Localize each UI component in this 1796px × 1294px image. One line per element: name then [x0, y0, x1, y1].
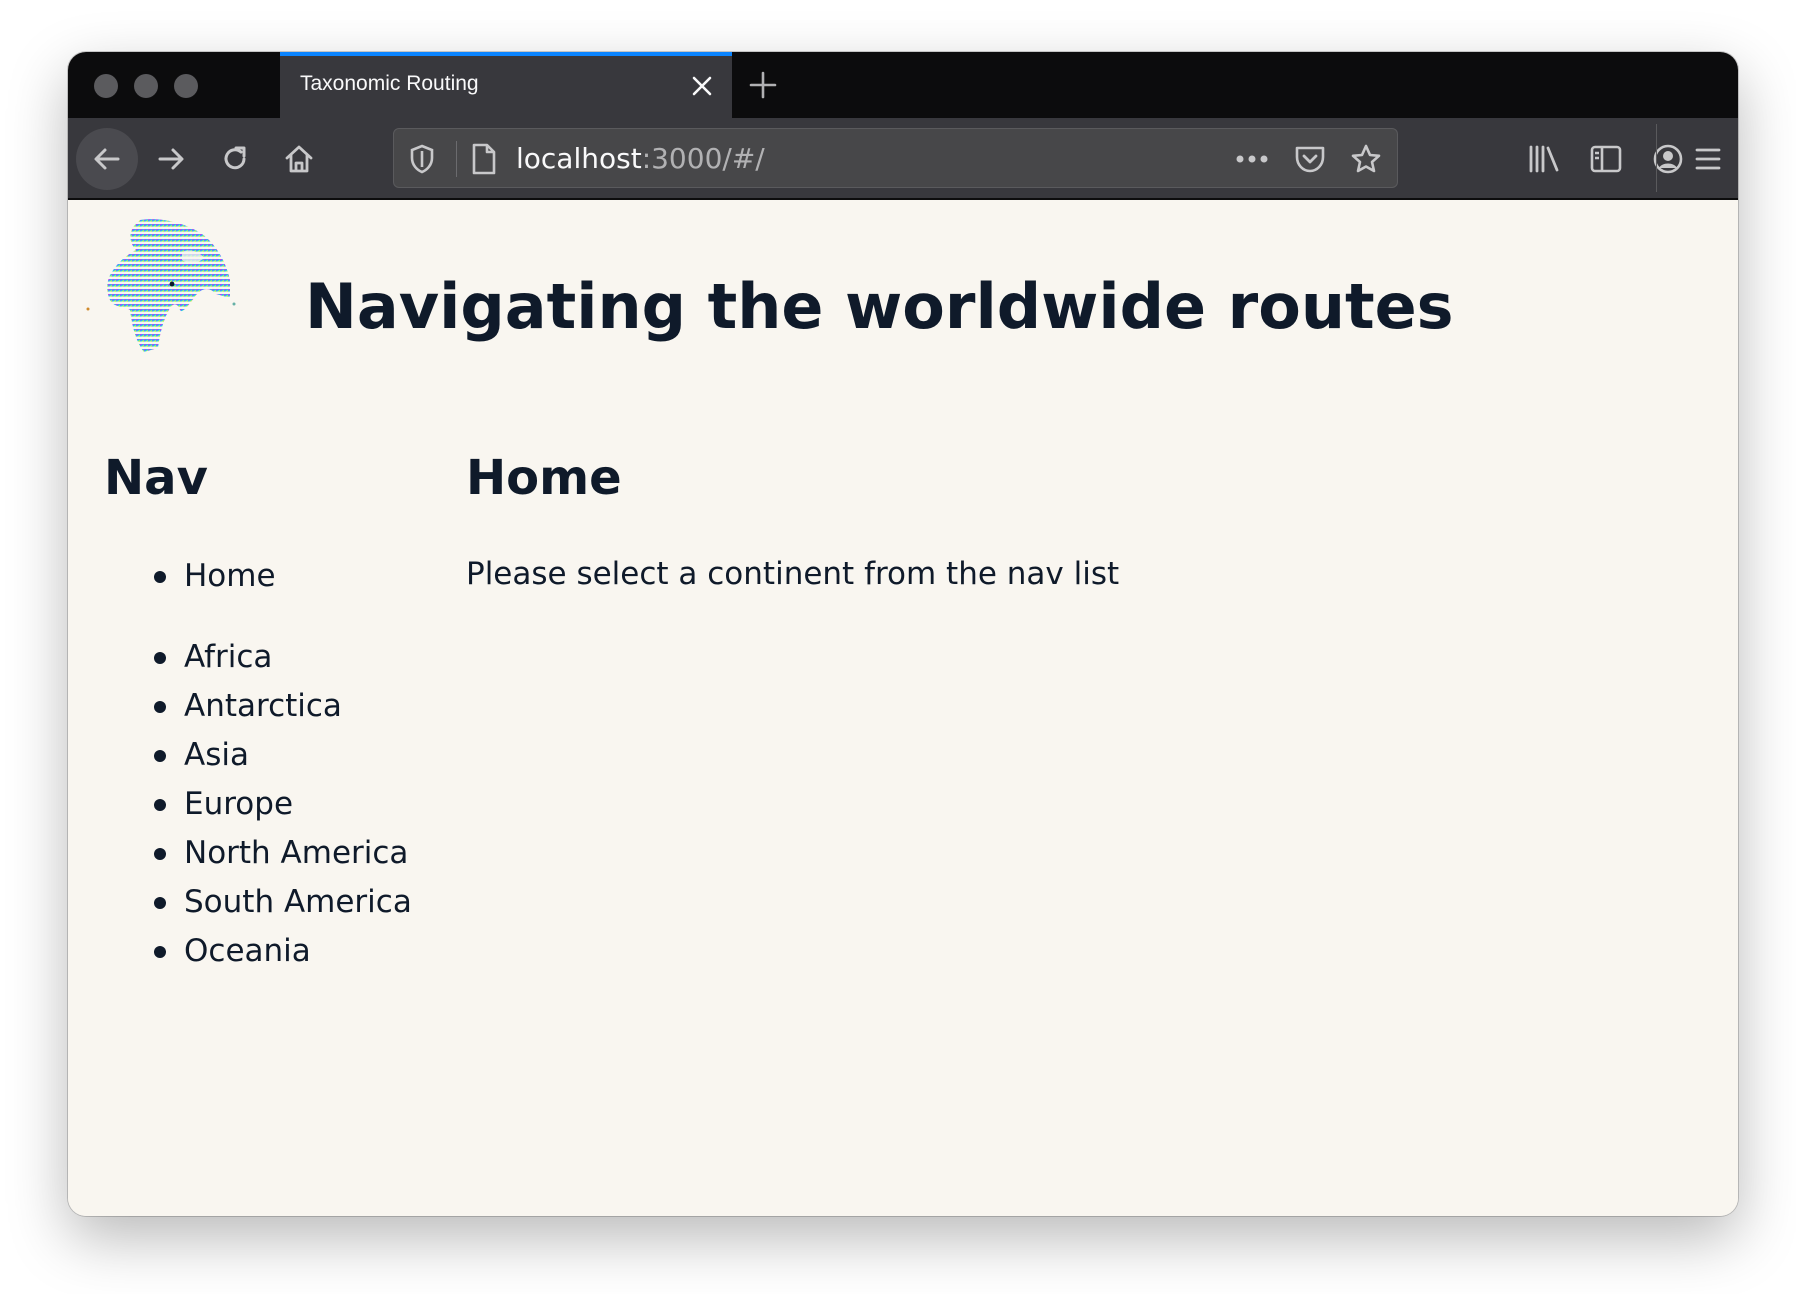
forward-button[interactable]: [140, 128, 202, 190]
main-heading: Home: [466, 450, 622, 506]
url-bar[interactable]: localhost:3000/#/: [393, 128, 1398, 188]
world-logo: [86, 219, 236, 353]
nav-list: Home Africa Antarctica Asia Europe North…: [104, 556, 412, 980]
url-separator: [456, 141, 457, 177]
nav-link-asia[interactable]: Asia: [184, 737, 249, 773]
tab-title: Taxonomic Routing: [300, 72, 479, 95]
nav-item-antarctica: Antarctica: [104, 686, 412, 735]
nav-toolbar: localhost:3000/#/: [68, 118, 1738, 200]
nav-link-oceania[interactable]: Oceania: [184, 933, 311, 969]
tab-strip: Taxonomic Routing: [68, 52, 1738, 118]
close-window-dot[interactable]: [94, 74, 118, 98]
main-message: Please select a continent from the nav l…: [466, 556, 1120, 592]
toolbar-separator: [1656, 124, 1657, 192]
more-actions-icon[interactable]: [1234, 141, 1270, 177]
home-icon: [285, 145, 313, 173]
nav-item-south-america: South America: [104, 882, 412, 931]
menu-icon[interactable]: [1690, 141, 1726, 177]
nav-item-oceania: Oceania: [104, 931, 412, 980]
nav-item-africa: Africa: [104, 637, 412, 686]
forward-arrow-icon: [158, 148, 184, 170]
url-text[interactable]: localhost:3000/#/: [516, 142, 765, 175]
nav-link-antarctica[interactable]: Antarctica: [184, 688, 342, 724]
nav-item-europe: Europe: [104, 784, 412, 833]
url-host: localhost: [516, 142, 642, 175]
nav-item-home: Home: [104, 556, 412, 605]
nav-link-europe[interactable]: Europe: [184, 786, 293, 822]
minimize-window-dot[interactable]: [134, 74, 158, 98]
url-path: :3000/#/: [641, 142, 765, 175]
home-button[interactable]: [268, 128, 330, 190]
bookmark-star-icon[interactable]: [1348, 141, 1384, 177]
new-tab-icon[interactable]: [748, 70, 778, 100]
back-arrow-icon: [94, 148, 120, 170]
maximize-window-dot[interactable]: [174, 74, 198, 98]
tab-active[interactable]: Taxonomic Routing: [280, 52, 732, 118]
shield-icon[interactable]: [404, 141, 440, 177]
nav-link-home[interactable]: Home: [184, 558, 276, 594]
pocket-icon[interactable]: [1292, 141, 1328, 177]
reload-button[interactable]: [204, 128, 266, 190]
page-icon: [466, 141, 502, 177]
site-title: Navigating the worldwide routes: [305, 270, 1454, 343]
close-tab-icon[interactable]: [690, 74, 714, 98]
reload-icon: [224, 146, 246, 170]
nav-link-north-america[interactable]: North America: [184, 835, 408, 871]
back-button[interactable]: [76, 128, 138, 190]
sidebar-icon[interactable]: [1588, 141, 1624, 177]
nav-link-africa[interactable]: Africa: [184, 639, 272, 675]
page-content: Navigating the worldwide routes Nav Home…: [68, 200, 1738, 1216]
nav-item-north-america: North America: [104, 833, 412, 882]
nav-link-south-america[interactable]: South America: [184, 884, 412, 920]
browser-window: Taxonomic Routing localhost:3000/#/ Navi…: [68, 52, 1738, 1216]
nav-heading: Nav: [104, 450, 208, 506]
library-icon[interactable]: [1526, 141, 1562, 177]
nav-item-asia: Asia: [104, 735, 412, 784]
